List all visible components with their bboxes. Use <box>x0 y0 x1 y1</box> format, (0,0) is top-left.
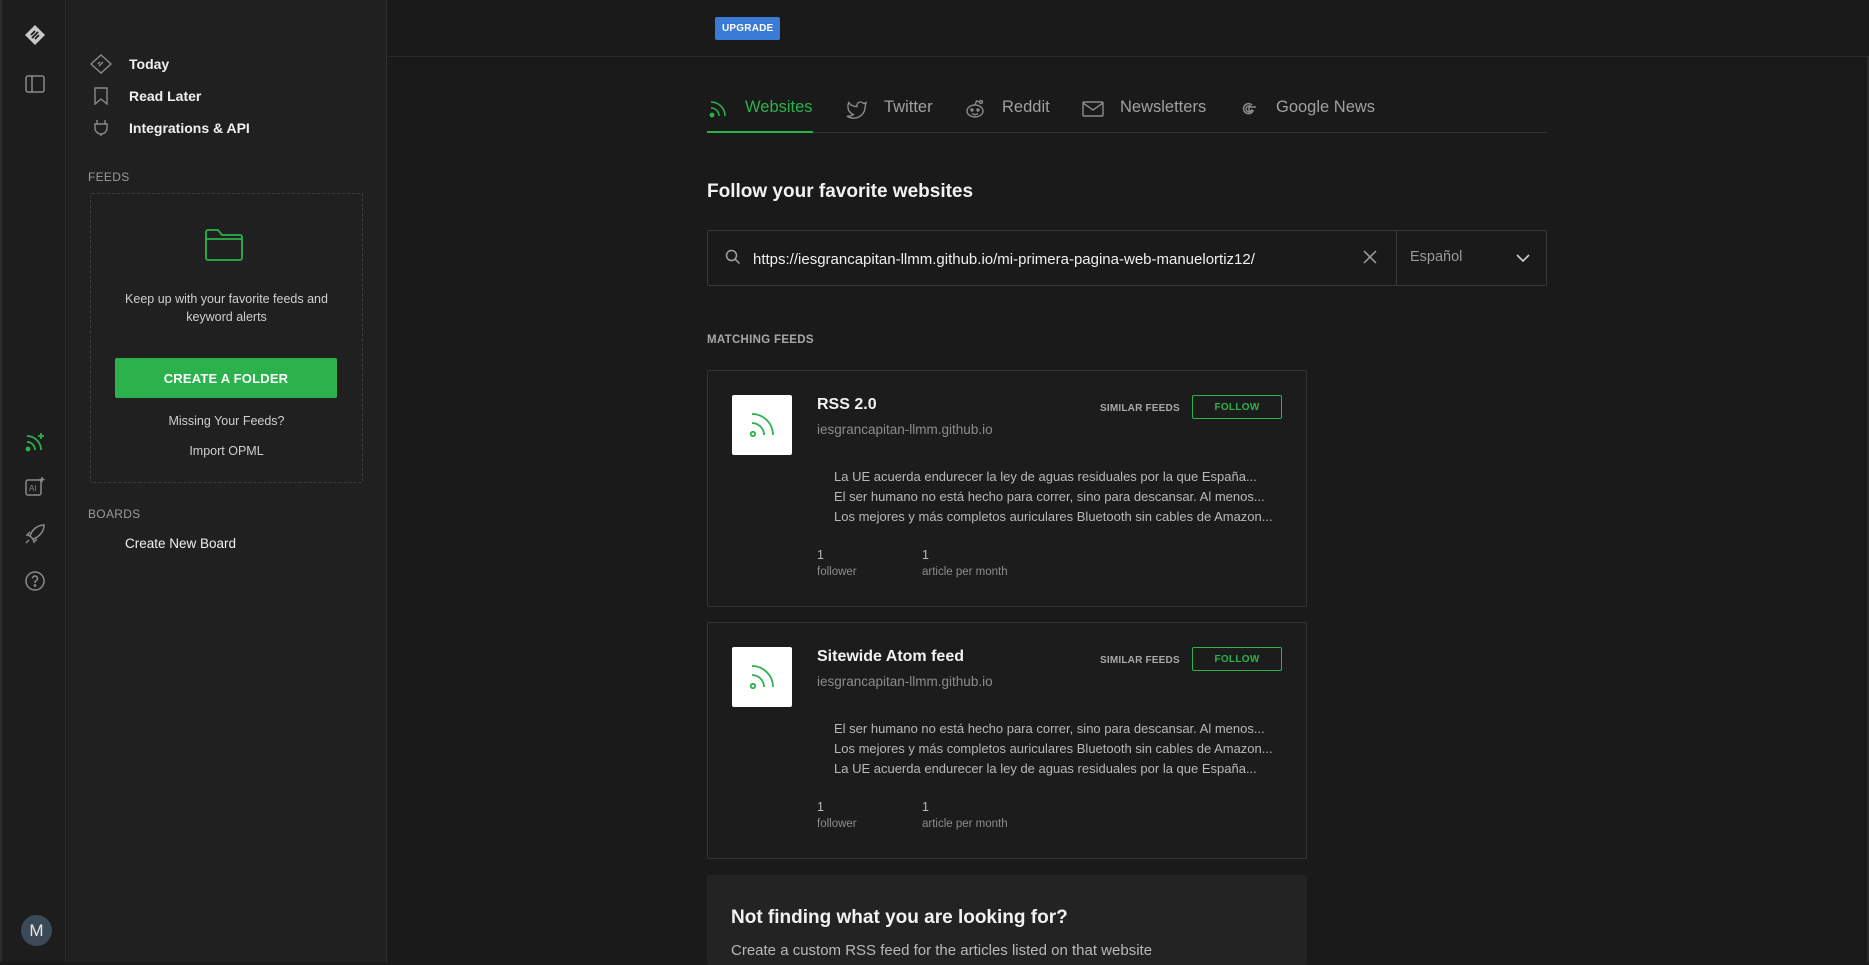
folder-icon <box>204 228 244 267</box>
search-input[interactable] <box>751 245 1361 273</box>
search-bar: Español <box>707 230 1547 286</box>
avatar[interactable]: M <box>21 915 52 946</box>
sidebar: Today Read Later Integrations & API FEED… <box>67 0 387 962</box>
follow-button[interactable]: FOLLOW <box>1192 647 1282 671</box>
follower-caption: follower <box>817 818 857 830</box>
article-list: El ser humano no está hecho para correr,… <box>817 719 1273 779</box>
plug-icon <box>89 119 113 137</box>
feed-card[interactable]: RSS 2.0 iesgrancapitan-llmm.github.io SI… <box>707 370 1307 607</box>
articles-per-month-stat: 1 article per month <box>922 548 1008 578</box>
list-item[interactable]: Los mejores y más completos auriculares … <box>834 507 1273 527</box>
svg-text:AI: AI <box>29 484 37 493</box>
follower-stat: 1 follower <box>817 548 857 578</box>
articles-per-month-count: 1 <box>922 800 929 814</box>
follow-button[interactable]: FOLLOW <box>1192 395 1282 419</box>
similar-feeds-button[interactable]: SIMILAR FEEDS <box>1100 403 1180 414</box>
list-item[interactable]: El ser humano no está hecho para correr,… <box>834 719 1273 739</box>
follower-stat: 1 follower <box>817 800 857 830</box>
ai-feed-icon[interactable]: AI <box>21 473 49 501</box>
sidebar-item-label: Today <box>129 56 170 72</box>
feeds-empty-state: Keep up with your favorite feeds and key… <box>90 193 363 483</box>
feed-title[interactable]: RSS 2.0 <box>817 396 877 414</box>
tab-twitter[interactable]: Twitter <box>846 98 933 133</box>
feeds-empty-text: Keep up with your favorite feeds and key… <box>125 292 328 324</box>
missing-feeds-link[interactable]: Missing Your Feeds? <box>91 414 362 428</box>
articles-per-month-caption: article per month <box>922 818 1008 830</box>
follower-count: 1 <box>817 800 824 814</box>
custom-feed-title: Not finding what you are looking for? <box>731 907 1068 928</box>
upgrade-button[interactable]: UPGRADE <box>715 17 781 40</box>
search-icon <box>725 249 741 270</box>
create-folder-button[interactable]: CREATE A FOLDER <box>115 358 337 398</box>
rocket-icon[interactable] <box>21 520 49 548</box>
clear-icon[interactable] <box>1362 249 1378 270</box>
article-list: La UE acuerda endurecer la ley de aguas … <box>817 467 1273 527</box>
page-title: Follow your favorite websites <box>707 181 974 202</box>
custom-feed-description: Create a custom RSS feed for the article… <box>731 942 1153 959</box>
add-feed-icon[interactable] <box>21 428 49 456</box>
twitter-icon <box>846 98 868 120</box>
sidebar-item-label: Integrations & API <box>129 120 250 136</box>
icon-rail: AI M <box>0 0 66 962</box>
import-opml-link[interactable]: Import OPML <box>91 444 362 458</box>
list-item[interactable]: La UE acuerda endurecer la ley de aguas … <box>834 759 1273 779</box>
sidebar-item-label: Read Later <box>129 88 202 104</box>
feed-domain: iesgrancapitan-llmm.github.io <box>817 422 993 437</box>
google-icon <box>1238 98 1260 120</box>
feed-title[interactable]: Sitewide Atom feed <box>817 648 964 666</box>
feedly-logo-icon[interactable] <box>21 21 49 49</box>
tab-label: Websites <box>745 98 813 116</box>
feeds-section-label: FEEDS <box>88 170 130 184</box>
language-select[interactable]: Español <box>1410 249 1462 265</box>
tab-google-news[interactable]: Google News <box>1238 98 1375 133</box>
help-icon[interactable] <box>21 567 49 595</box>
mail-icon <box>1082 98 1104 120</box>
follower-caption: follower <box>817 566 857 578</box>
tab-label: Twitter <box>884 98 933 116</box>
sidebar-toggle-icon[interactable] <box>21 70 49 98</box>
list-item[interactable]: El ser humano no está hecho para correr,… <box>834 487 1273 507</box>
articles-per-month-count: 1 <box>922 548 929 562</box>
follower-count: 1 <box>817 548 824 562</box>
rss-icon <box>732 395 792 455</box>
rss-icon <box>732 647 792 707</box>
articles-per-month-stat: 1 article per month <box>922 800 1008 830</box>
feed-card[interactable]: Sitewide Atom feed iesgrancapitan-llmm.g… <box>707 622 1307 859</box>
tab-newsletters[interactable]: Newsletters <box>1082 98 1206 133</box>
sidebar-item-integrations[interactable]: Integrations & API <box>89 114 250 142</box>
top-bar: UPGRADE <box>388 0 1869 57</box>
articles-per-month-caption: article per month <box>922 566 1008 578</box>
reddit-icon <box>964 98 986 120</box>
feed-domain: iesgrancapitan-llmm.github.io <box>817 674 993 689</box>
chevron-down-icon[interactable] <box>1515 251 1531 269</box>
list-item[interactable]: La UE acuerda endurecer la ley de aguas … <box>834 467 1273 487</box>
tab-reddit[interactable]: Reddit <box>964 98 1050 133</box>
custom-feed-panel: Not finding what you are looking for? Cr… <box>707 875 1307 965</box>
tab-label: Newsletters <box>1120 98 1207 116</box>
sidebar-item-today[interactable]: Today <box>89 50 169 78</box>
source-tabs: Websites Twitter Reddit Newsletters Goog… <box>707 98 1547 133</box>
similar-feeds-button[interactable]: SIMILAR FEEDS <box>1100 655 1180 666</box>
boards-section-label: BOARDS <box>88 507 141 521</box>
tab-label: Google News <box>1276 98 1376 116</box>
tab-label: Reddit <box>1002 98 1050 116</box>
create-board-link[interactable]: Create New Board <box>125 536 236 551</box>
bookmark-icon <box>89 87 113 105</box>
rss-icon <box>707 98 729 120</box>
list-item[interactable]: Los mejores y más completos auriculares … <box>834 739 1273 759</box>
sidebar-item-read-later[interactable]: Read Later <box>89 82 201 110</box>
divider <box>1396 231 1397 285</box>
today-icon <box>89 54 113 74</box>
matching-feeds-label: MATCHING FEEDS <box>707 334 814 346</box>
tab-websites[interactable]: Websites <box>707 98 813 133</box>
